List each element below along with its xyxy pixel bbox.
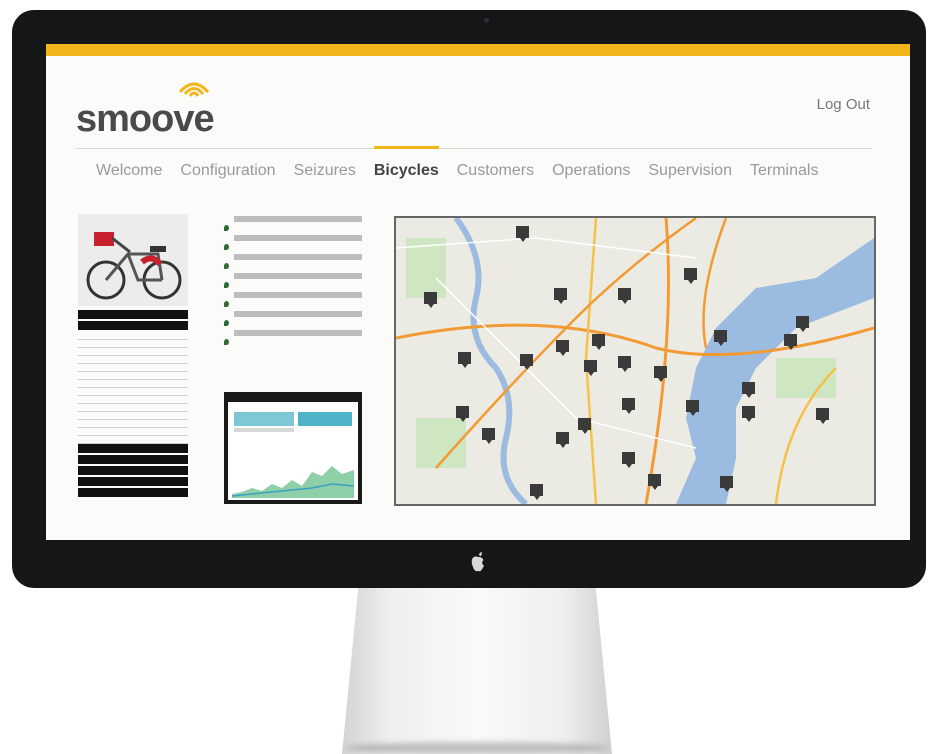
tab-customers[interactable]: Customers xyxy=(457,162,534,180)
monitor-stand xyxy=(342,588,612,754)
bike-station-marker-icon[interactable] xyxy=(618,356,631,372)
station-header xyxy=(234,235,362,241)
station-detail-popup[interactable] xyxy=(224,392,362,504)
station-list xyxy=(222,214,362,347)
menu-item[interactable] xyxy=(78,388,188,396)
menu-item[interactable] xyxy=(78,420,188,428)
bike-station-marker-icon[interactable] xyxy=(816,408,829,424)
list-item[interactable] xyxy=(222,243,362,252)
bike-station-marker-icon[interactable] xyxy=(742,382,755,398)
map-pin-icon xyxy=(224,225,229,231)
map-pin-icon xyxy=(224,244,229,250)
wifi-waves-icon xyxy=(178,82,210,97)
list-item[interactable] xyxy=(222,300,362,309)
menu-item[interactable] xyxy=(78,412,188,420)
menu-item[interactable] xyxy=(78,436,188,444)
bike-station-marker-icon[interactable] xyxy=(516,226,529,242)
map-pin-icon xyxy=(224,339,229,345)
bike-station-marker-icon[interactable] xyxy=(592,334,605,350)
menu-item[interactable] xyxy=(78,348,188,356)
list-item[interactable] xyxy=(222,338,362,347)
map-pin-icon xyxy=(224,320,229,326)
menu-header[interactable] xyxy=(78,466,188,475)
menu-item[interactable] xyxy=(78,332,188,340)
apple-logo-icon xyxy=(471,552,484,572)
app-logo[interactable]: smoove xyxy=(76,98,215,141)
menu-header[interactable] xyxy=(78,455,188,464)
tab-operations[interactable]: Operations xyxy=(552,162,630,180)
bike-station-marker-icon[interactable] xyxy=(742,406,755,422)
tab-configuration[interactable]: Configuration xyxy=(180,162,275,180)
menu-header[interactable] xyxy=(78,321,188,330)
bike-station-marker-icon[interactable] xyxy=(520,354,533,370)
bike-station-marker-icon[interactable] xyxy=(554,288,567,304)
bike-station-marker-icon[interactable] xyxy=(684,268,697,284)
menu-item[interactable] xyxy=(78,364,188,372)
popup-bar xyxy=(298,412,352,426)
map-pin-icon xyxy=(224,282,229,288)
bike-station-marker-icon[interactable] xyxy=(578,418,591,434)
list-item[interactable] xyxy=(222,224,362,233)
popup-bar xyxy=(234,412,294,426)
bike-station-marker-icon[interactable] xyxy=(458,352,471,368)
bike-station-marker-icon[interactable] xyxy=(622,398,635,414)
main-nav: Welcome Configuration Seizures Bicycles … xyxy=(96,146,818,180)
usage-area-chart xyxy=(232,466,354,498)
map-pin-icon xyxy=(224,301,229,307)
tab-seizures[interactable]: Seizures xyxy=(294,162,356,180)
tab-bicycles[interactable]: Bicycles xyxy=(373,146,439,180)
bike-station-marker-icon[interactable] xyxy=(482,428,495,444)
tab-welcome[interactable]: Welcome xyxy=(96,162,162,180)
bike-station-marker-icon[interactable] xyxy=(584,360,597,376)
bike-station-marker-icon[interactable] xyxy=(648,474,661,490)
menu-item[interactable] xyxy=(78,340,188,348)
header-divider xyxy=(76,148,872,149)
bike-station-marker-icon[interactable] xyxy=(456,406,469,422)
popup-bar xyxy=(234,428,294,432)
camera-icon xyxy=(484,18,489,23)
bike-station-marker-icon[interactable] xyxy=(424,292,437,308)
menu-header[interactable] xyxy=(78,310,188,319)
menu-item[interactable] xyxy=(78,396,188,404)
station-header xyxy=(234,273,362,279)
list-item[interactable] xyxy=(222,319,362,328)
list-item[interactable] xyxy=(222,262,362,271)
menu-item[interactable] xyxy=(78,356,188,364)
bike-station-marker-icon[interactable] xyxy=(714,330,727,346)
station-header xyxy=(234,216,362,222)
menu-item[interactable] xyxy=(78,380,188,388)
station-map[interactable] xyxy=(394,216,876,506)
station-header xyxy=(234,330,362,336)
bicycle-photo xyxy=(78,214,188,306)
list-item[interactable] xyxy=(222,281,362,290)
screen: smoove Log Out Welcome Configuration Sei… xyxy=(46,44,910,540)
bike-station-marker-icon[interactable] xyxy=(720,476,733,492)
menu-header[interactable] xyxy=(78,444,188,453)
bicycle-side-menu xyxy=(78,310,188,499)
station-header xyxy=(234,254,362,260)
bike-station-marker-icon[interactable] xyxy=(686,400,699,416)
bike-station-marker-icon[interactable] xyxy=(622,452,635,468)
menu-header[interactable] xyxy=(78,477,188,486)
top-accent-bar xyxy=(46,44,910,56)
menu-item[interactable] xyxy=(78,404,188,412)
bike-station-marker-icon[interactable] xyxy=(784,334,797,350)
tab-supervision[interactable]: Supervision xyxy=(648,162,732,180)
station-header xyxy=(234,311,362,317)
popup-content xyxy=(228,402,358,500)
bike-station-marker-icon[interactable] xyxy=(796,316,809,332)
bike-station-marker-icon[interactable] xyxy=(654,366,667,382)
bike-station-marker-icon[interactable] xyxy=(556,432,569,448)
menu-item[interactable] xyxy=(78,428,188,436)
menu-header[interactable] xyxy=(78,488,188,497)
stand-shadow xyxy=(345,742,609,754)
bike-station-marker-icon[interactable] xyxy=(618,288,631,304)
tab-terminals[interactable]: Terminals xyxy=(750,162,818,180)
logout-link[interactable]: Log Out xyxy=(817,96,870,113)
menu-item[interactable] xyxy=(78,372,188,380)
bike-station-marker-icon[interactable] xyxy=(556,340,569,356)
station-header xyxy=(234,292,362,298)
map-pin-icon xyxy=(224,263,229,269)
bike-station-marker-icon[interactable] xyxy=(530,484,543,500)
